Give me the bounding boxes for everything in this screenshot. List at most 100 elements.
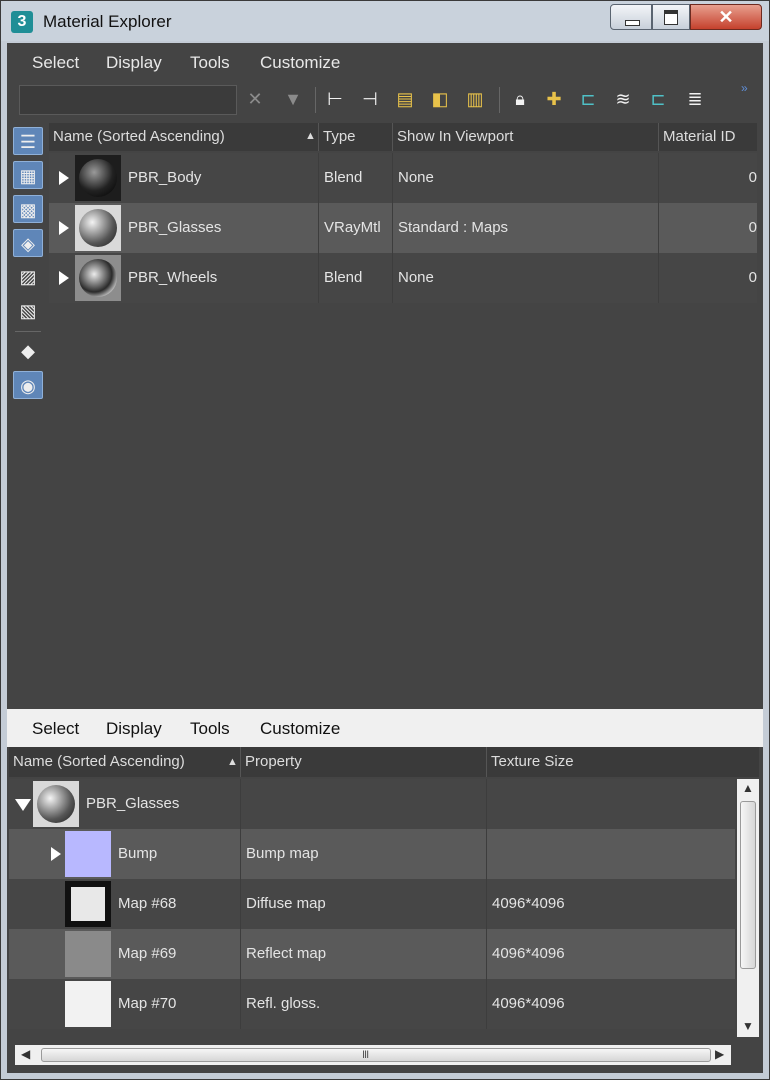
row-name: Bump <box>113 829 241 879</box>
expand-arrow-icon[interactable] <box>59 221 69 235</box>
maps-grid-header: Name (Sorted Ascending) ▲ Property Textu… <box>9 747 759 777</box>
lock-icon[interactable]: 🔒︎ <box>508 86 532 112</box>
display-unused-maps-icon[interactable]: ▨ <box>13 263 43 291</box>
row-viewport: None <box>393 153 659 203</box>
row-name: PBR_Body <box>123 153 319 203</box>
expand-arrow-icon[interactable] <box>51 847 61 861</box>
display-scene-icon[interactable]: ◉ <box>13 371 43 399</box>
minimize-button[interactable] <box>610 4 652 30</box>
tree-teal-alt-icon[interactable]: ⊏ <box>646 86 670 112</box>
col-show-in-viewport[interactable]: Show In Viewport <box>393 123 659 151</box>
toolbar-overflow-icon[interactable]: » <box>741 81 748 95</box>
doc-icon[interactable]: ◧ <box>428 86 452 112</box>
maximize-button[interactable] <box>652 4 690 30</box>
row-name: Map #69 <box>113 929 241 979</box>
table-row[interactable]: PBR_Wheels Blend None 0 <box>49 253 757 303</box>
table-row[interactable]: Bump Bump map <box>9 829 735 879</box>
scroll-right-icon[interactable]: ▶ <box>715 1047 724 1061</box>
close-icon[interactable]: ✕ <box>243 86 267 112</box>
col-texture-size[interactable]: Texture Size <box>487 747 759 777</box>
row-texture-size: 4096*4096 <box>492 995 565 1012</box>
menu-tools[interactable]: Tools <box>190 719 230 739</box>
maps-grid: Name (Sorted Ascending) ▲ Property Textu… <box>9 747 759 1037</box>
close-button[interactable]: ✕ <box>690 4 762 30</box>
menu-customize[interactable]: Customize <box>260 719 340 739</box>
col-type-label: Type <box>323 128 356 145</box>
table-row[interactable]: PBR_Glasses <box>9 779 735 829</box>
row-material-id: 0 <box>748 219 757 236</box>
row-name: Map #68 <box>113 879 241 929</box>
table-row[interactable]: Map #69 Reflect map 4096*4096 <box>9 929 735 979</box>
material-thumbnail <box>75 205 121 251</box>
menu-select[interactable]: Select <box>32 719 79 739</box>
row-texture-size: 4096*4096 <box>492 895 565 912</box>
col-property-label: Property <box>245 753 302 770</box>
col-name-label: Name (Sorted Ascending) <box>13 753 185 770</box>
materials-grid: Name (Sorted Ascending) ▲ Type Show In V… <box>49 123 757 683</box>
doc-edit-icon[interactable]: ▥ <box>463 86 487 112</box>
bottom-menu-bar: Select Display Tools Customize <box>7 709 763 747</box>
search-input[interactable] <box>19 85 237 115</box>
display-objects-icon[interactable]: ◈ <box>13 229 43 257</box>
material-thumbnail <box>33 781 79 827</box>
bottom-vertical-scrollbar[interactable]: ▲ ▼ <box>737 779 759 1037</box>
strip-divider <box>15 331 41 332</box>
row-name: PBR_Wheels <box>123 253 319 303</box>
add-layer-icon[interactable]: ✚ <box>542 86 566 112</box>
menu-display[interactable]: Display <box>106 719 162 739</box>
hierarchy-alt-icon[interactable]: ⊣ <box>358 86 382 112</box>
table-row[interactable]: PBR_Glasses VRayMtl Standard : Maps 0 <box>49 203 757 253</box>
col-type[interactable]: Type <box>319 123 393 151</box>
menu-customize[interactable]: Customize <box>260 53 340 73</box>
scrollbar-thumb[interactable] <box>740 801 756 969</box>
display-list-icon[interactable]: ☰ <box>13 127 43 155</box>
tree-teal-icon[interactable]: ⊏ <box>576 86 600 112</box>
scroll-up-icon[interactable]: ▲ <box>742 781 754 795</box>
scrollbar-thumb[interactable]: III <box>41 1048 711 1062</box>
table-row[interactable]: Map #70 Refl. gloss. 4096*4096 <box>9 979 735 1029</box>
collapse-arrow-icon[interactable] <box>15 799 31 811</box>
display-maps-icon[interactable]: ▩ <box>13 195 43 223</box>
grip-text: III <box>362 1049 369 1061</box>
stack-icon[interactable]: ≋ <box>611 86 635 112</box>
scroll-left-icon[interactable]: ◀ <box>21 1047 30 1061</box>
table-row[interactable]: Map #68 Diffuse map 4096*4096 <box>9 879 735 929</box>
display-materials-icon[interactable]: ▦ <box>13 161 43 189</box>
display-missing-maps-icon[interactable]: ▧ <box>13 297 43 325</box>
sort-ascending-icon: ▲ <box>227 756 238 768</box>
row-texture-size <box>487 779 735 829</box>
filter-icon[interactable]: ▼ <box>281 86 305 112</box>
material-sphere-icon <box>79 259 117 297</box>
top-menu-bar: Select Display Tools Customize <box>7 43 763 81</box>
map-swatch <box>65 981 111 1027</box>
row-name: Map #70 <box>113 979 241 1029</box>
sort-ascending-icon: ▲ <box>305 130 316 142</box>
menu-select[interactable]: Select <box>32 53 79 73</box>
material-thumbnail <box>75 255 121 301</box>
toolbar-divider <box>499 87 500 113</box>
expand-arrow-icon[interactable] <box>59 171 69 185</box>
scroll-down-icon[interactable]: ▼ <box>742 1019 754 1033</box>
col-property[interactable]: Property <box>241 747 487 777</box>
row-name: PBR_Glasses <box>123 203 319 253</box>
display-assigned-icon[interactable]: ◆ <box>13 337 43 365</box>
hierarchy-icon[interactable]: ⊢ <box>323 86 347 112</box>
expand-arrow-icon[interactable] <box>59 271 69 285</box>
title-bar[interactable]: 3 Material Explorer ✕ <box>1 1 769 41</box>
menu-tools[interactable]: Tools <box>190 53 230 73</box>
col-material-id[interactable]: Material ID <box>659 123 757 151</box>
col-material-id-label: Material ID <box>663 128 736 145</box>
col-name[interactable]: Name (Sorted Ascending) <box>49 123 319 151</box>
toolbar: ✕ ▼ ⊢ ⊣ ▤ ◧ ▥ 🔒︎ ✚ ⊏ ≋ ⊏ ≣ » <box>7 81 763 123</box>
material-sphere-icon <box>37 785 75 823</box>
table-row[interactable]: PBR_Body Blend None 0 <box>49 153 757 203</box>
layers-icon[interactable]: ≣ <box>683 86 707 112</box>
materials-grid-header: Name (Sorted Ascending) ▲ Type Show In V… <box>49 123 757 151</box>
doc-select-icon[interactable]: ▤ <box>393 86 417 112</box>
bottom-horizontal-scrollbar[interactable]: ◀ III ▶ <box>15 1045 731 1065</box>
toolbar-divider <box>315 87 316 113</box>
row-viewport: None <box>393 253 659 303</box>
menu-display[interactable]: Display <box>106 53 162 73</box>
material-sphere-icon <box>79 209 117 247</box>
col-name[interactable]: Name (Sorted Ascending) <box>9 747 241 777</box>
